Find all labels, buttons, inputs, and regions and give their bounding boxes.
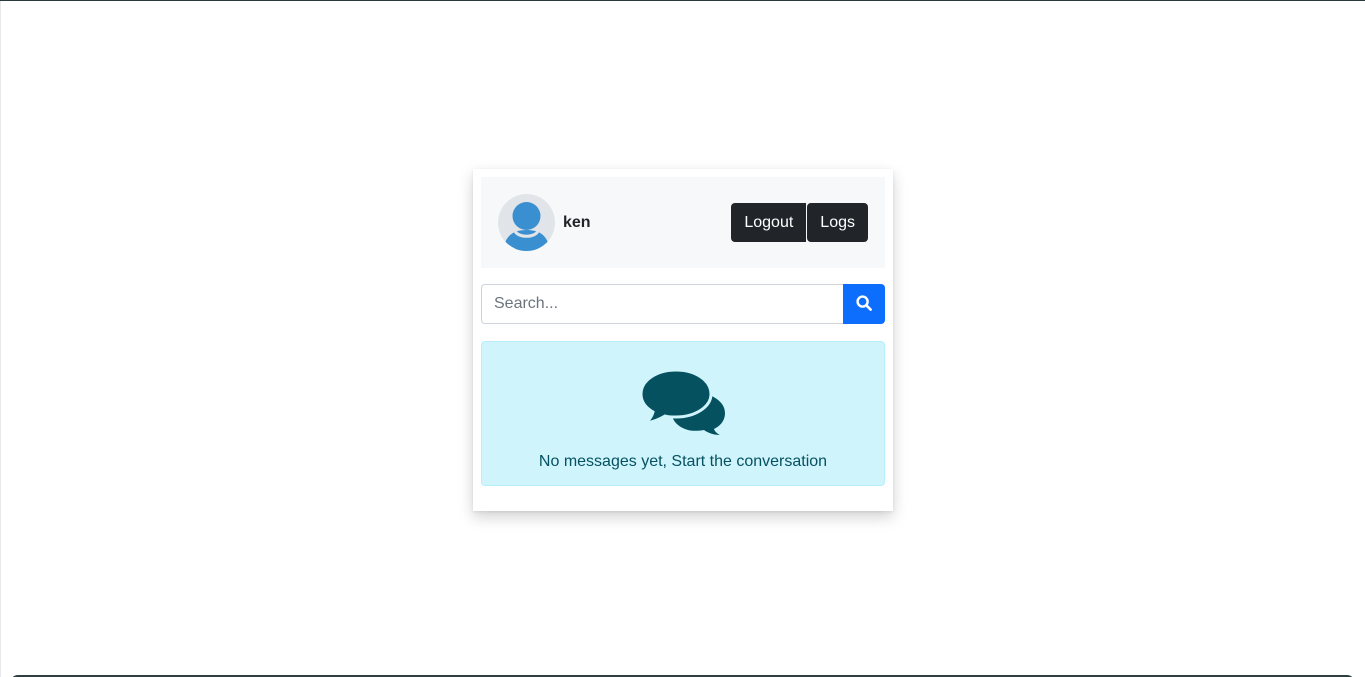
- empty-conversation-alert: No messages yet, Start the conversation: [481, 341, 885, 486]
- search-icon: [856, 294, 872, 314]
- chat-user-card: ken Logout Logs Search... No messages ye…: [473, 169, 893, 511]
- search-input[interactable]: [481, 284, 843, 324]
- logout-button[interactable]: Logout: [731, 203, 807, 242]
- page-edge: [0, 1, 1, 677]
- username: ken: [563, 213, 591, 231]
- chat-bubbles-icon: [639, 368, 726, 441]
- search-button[interactable]: [843, 284, 885, 324]
- empty-state-message: No messages yet, Start the conversation: [538, 453, 828, 470]
- user-header: ken Logout Logs: [481, 177, 885, 268]
- search-bar: [481, 284, 885, 324]
- user-avatar-icon: [498, 194, 555, 251]
- logs-button[interactable]: Logs: [807, 203, 868, 242]
- page: ken Logout Logs Search... No messages ye…: [0, 0, 1365, 677]
